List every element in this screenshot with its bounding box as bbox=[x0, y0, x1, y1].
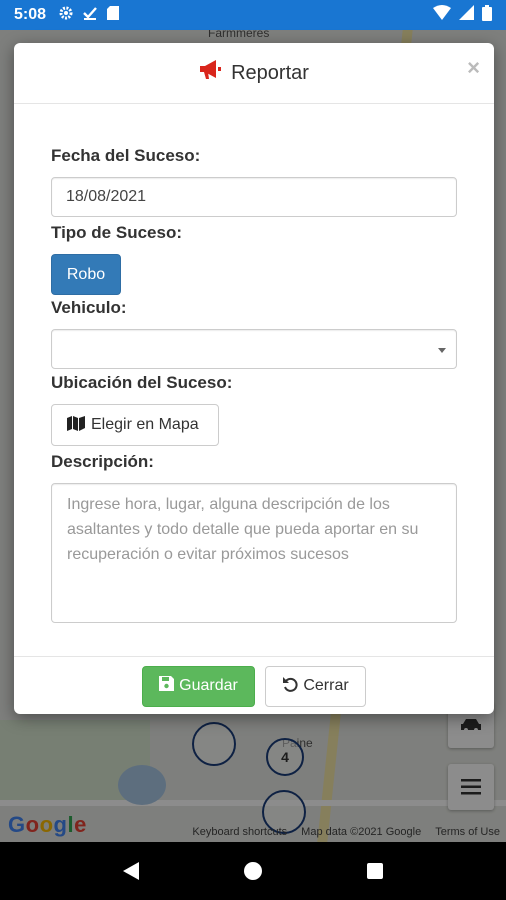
descripcion-textarea[interactable]: Ingrese hora, lugar, alguna descripción … bbox=[51, 483, 457, 623]
gear-icon bbox=[58, 5, 74, 26]
guardar-label: Guardar bbox=[179, 677, 238, 694]
status-time: 5:08 bbox=[14, 6, 47, 23]
modal-header: Reportar × bbox=[14, 43, 494, 104]
elegir-mapa-label: Elegir en Mapa bbox=[91, 416, 199, 433]
cerrar-button[interactable]: Cerrar bbox=[265, 665, 366, 707]
android-nav-bar bbox=[0, 842, 506, 900]
close-icon[interactable]: × bbox=[467, 55, 480, 81]
undo-icon bbox=[282, 676, 298, 697]
report-modal: Reportar × Fecha del Suceso: 18/08/2021 … bbox=[14, 43, 494, 714]
battery-icon bbox=[482, 4, 492, 26]
modal-footer: Guardar Cerrar bbox=[14, 656, 494, 715]
vehiculo-select[interactable] bbox=[51, 329, 457, 369]
status-bar: 5:08 bbox=[0, 0, 506, 30]
recent-apps-icon[interactable] bbox=[367, 863, 384, 879]
back-icon[interactable] bbox=[122, 862, 139, 880]
megaphone-icon bbox=[199, 59, 223, 87]
vehiculo-label: Vehiculo: bbox=[51, 298, 127, 317]
ubicacion-label: Ubicación del Suceso: bbox=[51, 373, 233, 392]
wifi-icon bbox=[433, 5, 451, 25]
tipo-label: Tipo de Suceso: bbox=[51, 223, 182, 242]
descripcion-label: Descripción: bbox=[51, 452, 154, 471]
guardar-button[interactable]: Guardar bbox=[142, 665, 255, 707]
sd-card-icon bbox=[106, 5, 120, 26]
modal-title: Reportar bbox=[231, 61, 309, 84]
map-icon bbox=[67, 415, 85, 436]
cerrar-label: Cerrar bbox=[303, 677, 349, 694]
check-download-icon bbox=[82, 5, 98, 26]
fecha-input[interactable]: 18/08/2021 bbox=[51, 177, 457, 217]
elegir-mapa-button[interactable]: Elegir en Mapa bbox=[51, 404, 219, 446]
signal-icon bbox=[459, 5, 474, 25]
caret-down-icon bbox=[438, 348, 446, 353]
robo-button[interactable]: Robo bbox=[51, 254, 121, 295]
modal-body: Fecha del Suceso: 18/08/2021 Tipo de Suc… bbox=[14, 104, 494, 623]
fecha-label: Fecha del Suceso: bbox=[51, 146, 201, 165]
home-icon[interactable] bbox=[243, 862, 262, 880]
save-icon bbox=[159, 676, 175, 696]
